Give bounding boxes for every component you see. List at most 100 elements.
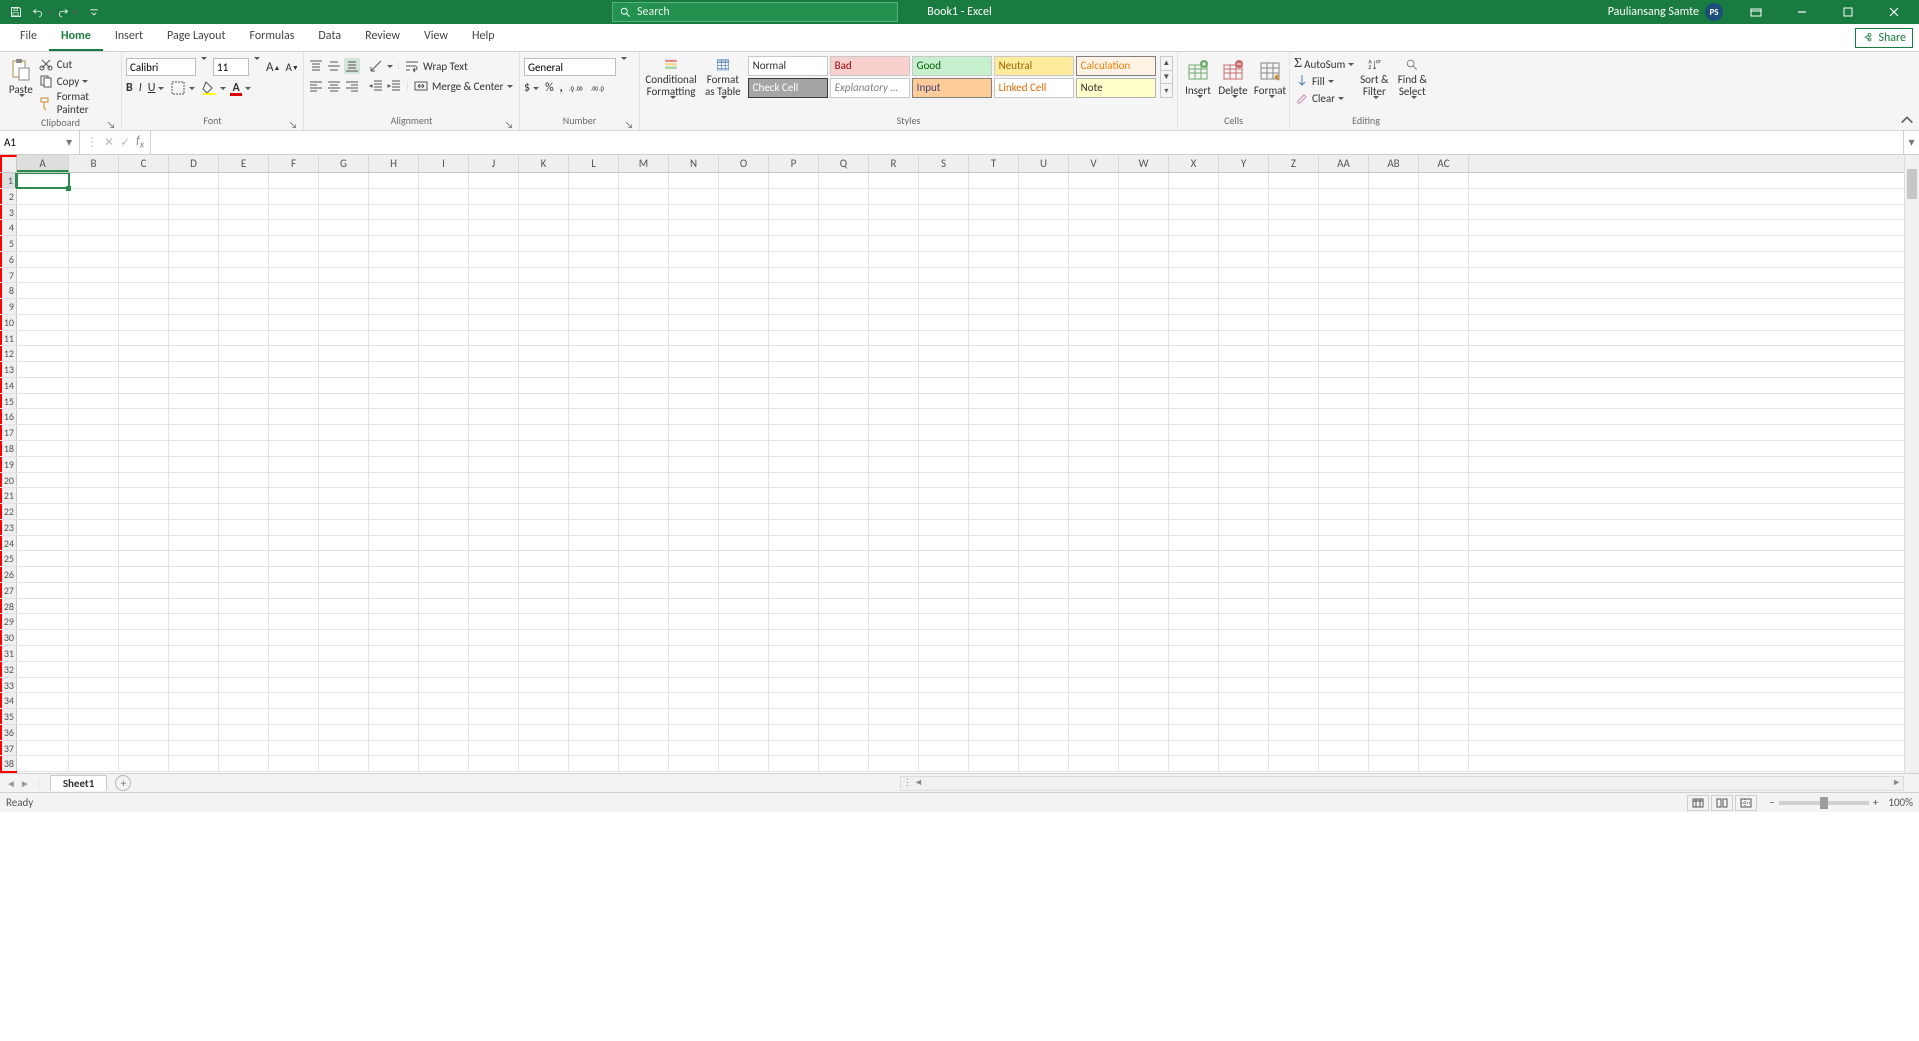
cell[interactable] xyxy=(1219,252,1269,267)
column-header[interactable]: AA xyxy=(1319,155,1369,172)
row-header[interactable]: 36 xyxy=(0,725,17,740)
cell[interactable] xyxy=(1119,268,1169,283)
cell[interactable] xyxy=(1369,646,1419,661)
cell[interactable] xyxy=(869,425,919,440)
cell[interactable] xyxy=(469,299,519,314)
cell[interactable] xyxy=(569,599,619,614)
row-header[interactable]: 28 xyxy=(0,599,17,614)
cell[interactable] xyxy=(569,409,619,424)
cell[interactable] xyxy=(1069,283,1119,298)
cell[interactable] xyxy=(919,362,969,377)
cell[interactable] xyxy=(1169,173,1219,188)
cell[interactable] xyxy=(1019,346,1069,361)
cell[interactable] xyxy=(1369,693,1419,708)
cell[interactable] xyxy=(1419,173,1469,188)
cell[interactable] xyxy=(769,693,819,708)
cell[interactable] xyxy=(169,457,219,472)
cell[interactable] xyxy=(169,567,219,582)
cell[interactable] xyxy=(619,425,669,440)
cell[interactable] xyxy=(1169,205,1219,220)
underline-button[interactable]: U xyxy=(148,81,165,95)
cell[interactable] xyxy=(1369,536,1419,551)
enter-formula-icon[interactable]: ✓ xyxy=(120,135,130,150)
ribbon-tab-home[interactable]: Home xyxy=(49,23,103,51)
page-layout-view-icon[interactable] xyxy=(1711,795,1733,811)
cell[interactable] xyxy=(17,252,69,267)
cell[interactable] xyxy=(369,599,419,614)
cell[interactable] xyxy=(119,520,169,535)
cell[interactable] xyxy=(1419,741,1469,756)
cell[interactable] xyxy=(169,488,219,503)
cell[interactable] xyxy=(419,473,469,488)
cell[interactable] xyxy=(219,488,269,503)
cell[interactable] xyxy=(269,678,319,693)
cell[interactable] xyxy=(919,756,969,771)
cell[interactable] xyxy=(1069,362,1119,377)
cell[interactable] xyxy=(1119,331,1169,346)
cell[interactable] xyxy=(469,220,519,235)
row-header[interactable]: 31 xyxy=(0,646,17,661)
cell[interactable] xyxy=(619,614,669,629)
ribbon-tab-help[interactable]: Help xyxy=(460,23,507,51)
cell[interactable] xyxy=(519,630,569,645)
cell[interactable] xyxy=(69,678,119,693)
row-header[interactable]: 29 xyxy=(0,614,17,629)
cell[interactable] xyxy=(69,252,119,267)
ribbon-tab-review[interactable]: Review xyxy=(353,23,412,51)
cell[interactable] xyxy=(769,189,819,204)
cell[interactable] xyxy=(269,346,319,361)
cell[interactable] xyxy=(1219,614,1269,629)
cell[interactable] xyxy=(1069,725,1119,740)
cell[interactable] xyxy=(1019,409,1069,424)
cell[interactable] xyxy=(619,630,669,645)
cell[interactable] xyxy=(769,173,819,188)
font-launcher-icon[interactable]: ↘ xyxy=(287,118,299,130)
cell[interactable] xyxy=(569,614,619,629)
decrease-indent-icon[interactable] xyxy=(368,78,384,94)
column-header[interactable]: Q xyxy=(819,155,869,172)
cell[interactable] xyxy=(369,441,419,456)
cell[interactable] xyxy=(419,346,469,361)
cell[interactable] xyxy=(1419,189,1469,204)
cell[interactable] xyxy=(219,678,269,693)
cell[interactable] xyxy=(1219,630,1269,645)
cell[interactable] xyxy=(769,409,819,424)
cell[interactable] xyxy=(369,504,419,519)
cell[interactable] xyxy=(1369,678,1419,693)
cell[interactable] xyxy=(219,756,269,771)
cell[interactable] xyxy=(569,583,619,598)
cell[interactable] xyxy=(669,599,719,614)
cell[interactable] xyxy=(569,646,619,661)
cell[interactable] xyxy=(919,220,969,235)
cell[interactable] xyxy=(769,378,819,393)
cell[interactable] xyxy=(919,394,969,409)
cell[interactable] xyxy=(219,583,269,598)
cell[interactable] xyxy=(1369,378,1419,393)
cell[interactable] xyxy=(1219,315,1269,330)
cell[interactable] xyxy=(719,646,769,661)
cell-style-note[interactable]: Note xyxy=(1076,78,1156,98)
insert-function-icon[interactable]: fx xyxy=(136,134,144,150)
cell[interactable] xyxy=(969,283,1019,298)
align-bottom-icon[interactable] xyxy=(344,58,360,74)
cell[interactable] xyxy=(1219,409,1269,424)
sheet-tab[interactable]: Sheet1 xyxy=(50,775,108,791)
cell[interactable] xyxy=(469,504,519,519)
cell[interactable] xyxy=(269,425,319,440)
cell[interactable] xyxy=(17,709,69,724)
cell[interactable] xyxy=(1419,205,1469,220)
save-icon[interactable] xyxy=(6,2,26,22)
cell[interactable] xyxy=(119,268,169,283)
cell[interactable] xyxy=(1219,709,1269,724)
cell[interactable] xyxy=(519,441,569,456)
cell[interactable] xyxy=(1119,567,1169,582)
cell[interactable] xyxy=(1169,457,1219,472)
cell[interactable] xyxy=(569,441,619,456)
cell[interactable] xyxy=(369,362,419,377)
cell[interactable] xyxy=(769,646,819,661)
cell[interactable] xyxy=(219,315,269,330)
cell[interactable] xyxy=(119,173,169,188)
cell[interactable] xyxy=(1269,725,1319,740)
cell[interactable] xyxy=(1419,614,1469,629)
cell[interactable] xyxy=(169,441,219,456)
